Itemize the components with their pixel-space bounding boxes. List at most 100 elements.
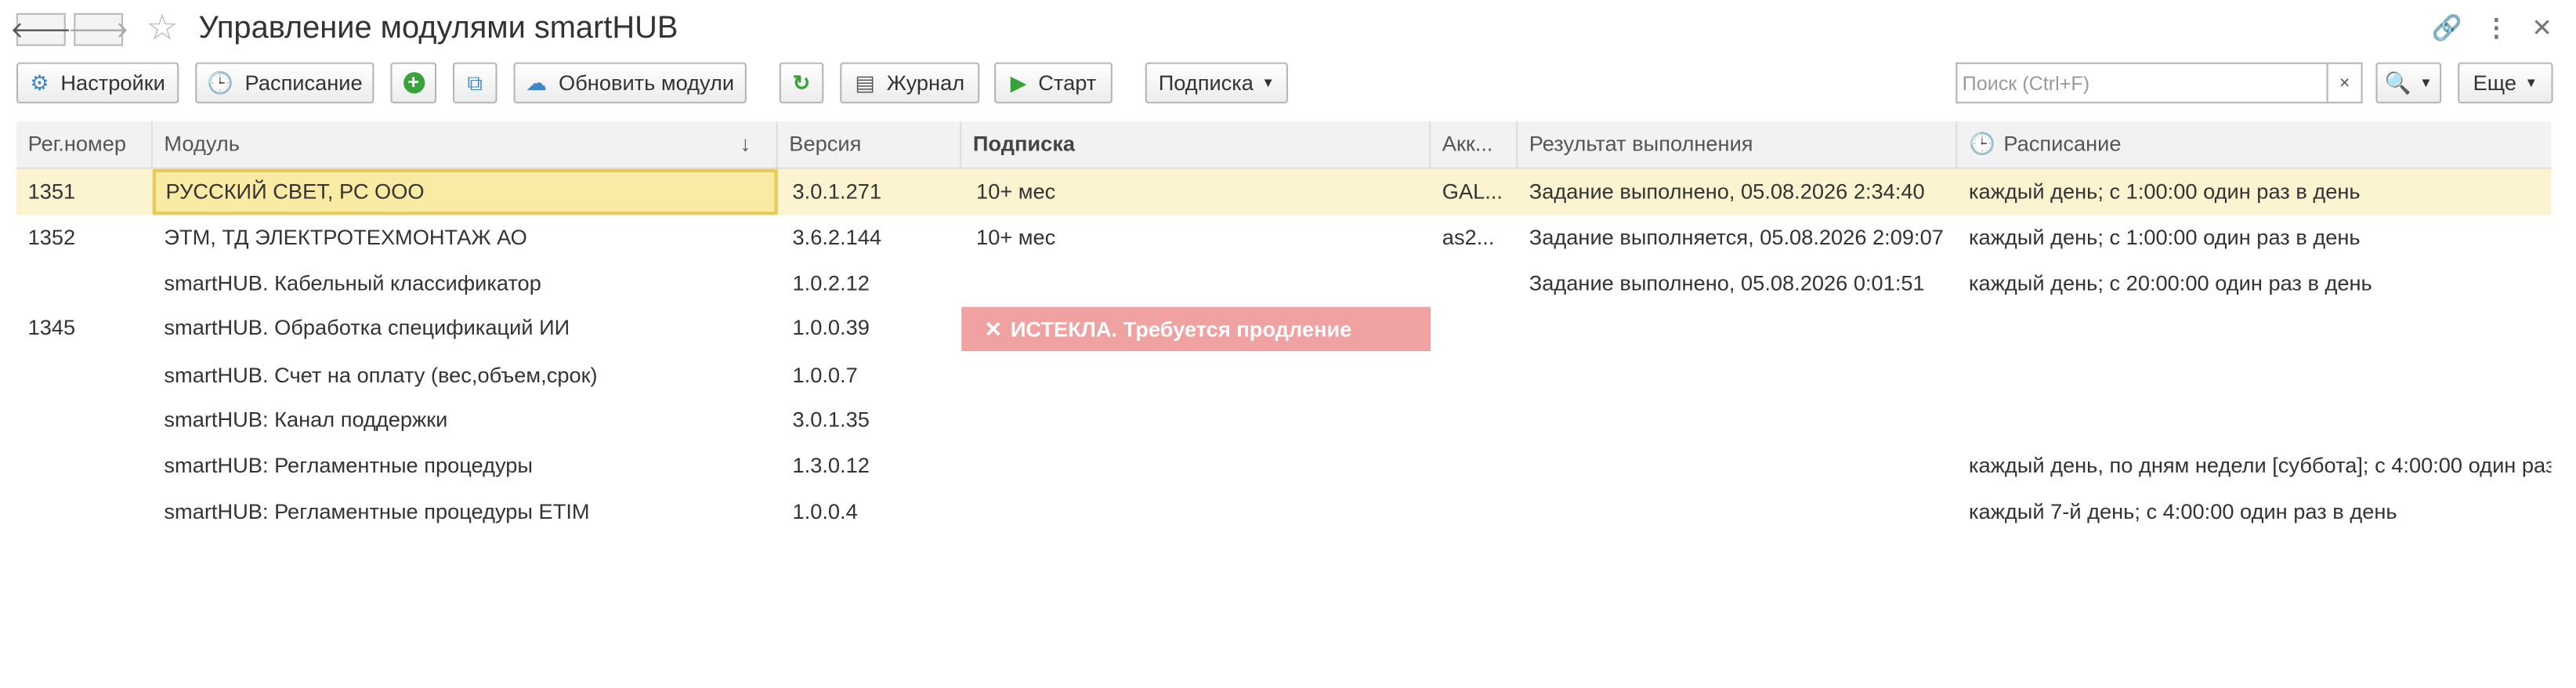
- column-header-reg[interactable]: Рег.номер: [16, 121, 153, 168]
- table-header: Рег.номер Модуль ↓ Версия Подписка Акк..…: [16, 121, 2552, 169]
- cell-schedule: каждый 7-й день; с 4:00:00 один раз в де…: [1969, 498, 2397, 524]
- expired-badge-text: ИСТЕКЛА. Требуется продление: [1010, 317, 1352, 342]
- table-row[interactable]: smartHUB. Кабельный классификатор 1.0.2.…: [16, 261, 2552, 307]
- arrow-left-icon: 🡐: [10, 15, 72, 42]
- arrow-right-icon: 🡒: [67, 15, 129, 42]
- table-row[interactable]: smartHUB. Счет на оплату (вес,объем,срок…: [16, 353, 2552, 399]
- cell-reg: [16, 443, 153, 489]
- column-header-result[interactable]: Результат выполнения: [1518, 121, 1958, 168]
- clear-search-button[interactable]: ×: [2326, 63, 2361, 102]
- cell-account: [1431, 261, 1518, 307]
- more-button[interactable]: Еще ▼: [2458, 62, 2553, 103]
- cell-subscription: [964, 261, 1431, 307]
- cell-result: [1518, 489, 1957, 535]
- gear-icon: ⚙: [30, 70, 49, 95]
- refresh-icon: ↻: [792, 70, 811, 95]
- journal-icon: ▤: [855, 70, 876, 95]
- start-button[interactable]: ▶ Старт: [994, 62, 1113, 103]
- cell-result: [1518, 306, 1957, 352]
- cell-subscription: [964, 443, 1431, 489]
- cell-reg: 1345: [27, 315, 76, 340]
- cell-result: [1518, 443, 1957, 489]
- cell-version: 1.0.0.7: [792, 362, 858, 388]
- title-bar: 🡐 🡒 ☆ Управление модулями smartHUB 🔗 ⋮ ✕: [0, 0, 2576, 59]
- cell-version: 1.0.2.12: [792, 270, 870, 295]
- favorite-star-icon[interactable]: ☆: [146, 7, 178, 47]
- cell-subscription: [964, 353, 1431, 399]
- refresh-button[interactable]: ↻: [779, 62, 824, 103]
- column-header-account[interactable]: Акк...: [1431, 121, 1518, 168]
- cell-result: [1518, 397, 1957, 444]
- cell-reg: 1352: [27, 224, 76, 250]
- cell-account: as2...: [1442, 224, 1495, 250]
- column-header-version[interactable]: Версия: [778, 121, 962, 168]
- clock-icon: 🕒: [207, 70, 233, 95]
- cell-schedule: каждый день; с 20:00:00 один раз в день: [1969, 270, 2372, 295]
- back-button[interactable]: 🡐: [10, 13, 72, 46]
- cell-subscription: [964, 397, 1431, 444]
- column-header-module-label: Модуль: [164, 131, 240, 156]
- cell-subscription: 10+ мес: [976, 179, 1056, 204]
- search-options-button[interactable]: 🔍 ▼: [2375, 62, 2442, 103]
- table-row[interactable]: smartHUB: Регламентные процедуры 1.3.0.1…: [16, 443, 2552, 489]
- cell-version: 3.0.1.271: [792, 179, 882, 204]
- close-icon[interactable]: ✕: [2531, 13, 2552, 43]
- cell-result: Задание выполнено, 05.08.2026 0:01:51: [1529, 270, 1925, 295]
- settings-label: Настройки: [60, 71, 165, 96]
- search-field[interactable]: ×: [1956, 62, 2363, 103]
- cell-schedule: каждый день, по дням недели [суббота]; с…: [1969, 452, 2551, 478]
- close-x-icon: ✕: [984, 317, 1003, 342]
- cell-account: [1431, 353, 1518, 399]
- journal-button[interactable]: ▤ Журнал: [840, 62, 980, 103]
- plus-circle-icon: +: [403, 71, 425, 94]
- cell-schedule: каждый день; с 1:00:00 один раз в день: [1969, 224, 2361, 250]
- column-header-subscription[interactable]: Подписка: [961, 121, 1431, 168]
- search-icon: 🔍: [2384, 70, 2411, 95]
- cell-module: smartHUB. Счет на оплату (вес,объем,срок…: [164, 362, 598, 388]
- table-row[interactable]: smartHUB: Канал поддержки 3.0.1.35: [16, 397, 2552, 444]
- schedule-button[interactable]: 🕒 Расписание: [195, 62, 374, 103]
- column-header-schedule-label: Расписание: [2003, 131, 2122, 156]
- schedule-label: Расписание: [244, 71, 363, 96]
- cell-result: Задание выполнено, 05.08.2026 2:34:40: [1529, 179, 1925, 204]
- cell-version: 3.6.2.144: [792, 224, 882, 250]
- forward-button[interactable]: 🡒: [67, 13, 129, 46]
- page-title: Управление модулями smartHUB: [198, 11, 678, 46]
- column-header-schedule[interactable]: 🕒 Расписание: [1957, 121, 2551, 168]
- update-modules-label: Обновить модули: [559, 71, 735, 96]
- table-row[interactable]: 1345 smartHUB. Обработка спецификаций ИИ…: [16, 306, 2552, 352]
- cell-reg: [16, 353, 153, 399]
- cell-account: GAL...: [1442, 179, 1503, 204]
- more-label: Еще: [2473, 71, 2517, 96]
- chevron-down-icon: ▼: [2419, 75, 2433, 91]
- cell-module: smartHUB: Канал поддержки: [164, 407, 448, 432]
- start-label: Старт: [1038, 71, 1097, 96]
- table-row[interactable]: 1351 РУССКИЙ СВЕТ, РС ООО 3.0.1.271 10+ …: [16, 168, 2552, 215]
- settings-button[interactable]: ⚙ Настройки: [16, 62, 179, 103]
- link-icon[interactable]: 🔗: [2432, 13, 2462, 43]
- play-icon: ▶: [1010, 70, 1027, 95]
- cell-reg: 1351: [27, 179, 76, 204]
- cell-module: smartHUB. Обработка спецификаций ИИ: [164, 315, 570, 340]
- cell-version: 1.0.0.4: [792, 498, 858, 524]
- cell-version: 1.0.0.39: [792, 315, 870, 340]
- sort-arrow-icon: ↓: [740, 131, 751, 156]
- cloud-upload-icon: ☁: [526, 70, 548, 95]
- cell-reg: [16, 261, 153, 307]
- copy-icon: ⧉: [467, 70, 483, 95]
- copy-button[interactable]: ⧉: [452, 62, 497, 103]
- cell-schedule: каждый день; с 1:00:00 один раз в день: [1969, 179, 2361, 204]
- clock-icon: 🕒: [1969, 131, 1995, 156]
- cell-module[interactable]: РУССКИЙ СВЕТ, РС ООО: [152, 168, 778, 215]
- table-row[interactable]: smartHUB: Регламентные процедуры ETIM 1.…: [16, 489, 2552, 535]
- cell-subscription: 10+ мес: [976, 224, 1056, 250]
- subscription-dropdown[interactable]: Подписка ▼: [1145, 62, 1288, 103]
- column-header-module[interactable]: Модуль ↓: [153, 121, 778, 168]
- table-row[interactable]: 1352 ЭТМ, ТД ЭЛЕКТРОТЕХМОНТАЖ АО 3.6.2.1…: [16, 215, 2552, 261]
- menu-dots-icon[interactable]: ⋮: [2484, 13, 2509, 43]
- update-modules-button[interactable]: ☁ Обновить модули: [513, 62, 747, 103]
- cell-account: [1431, 306, 1518, 352]
- cell-schedule: [1957, 306, 2551, 352]
- add-button[interactable]: +: [390, 62, 437, 103]
- search-input[interactable]: [1959, 65, 2333, 100]
